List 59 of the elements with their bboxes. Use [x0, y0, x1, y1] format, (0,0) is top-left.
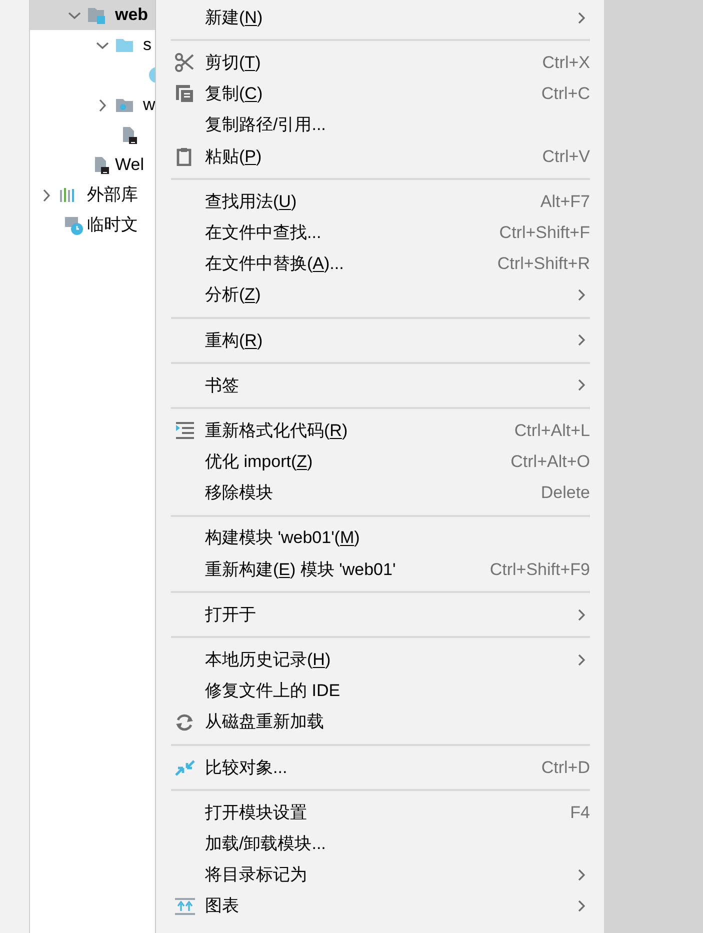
shortcut-label: Ctrl+Shift+R — [497, 253, 590, 276]
shortcut-label: Delete — [540, 482, 590, 504]
tree-row[interactable]: 临时文 — [30, 210, 155, 240]
refresh-icon — [175, 712, 195, 732]
shortcut-label: Ctrl+X — [542, 52, 590, 74]
diagram-icon — [175, 896, 195, 916]
menu-item-label[interactable]: 优化 import(Z) — [205, 449, 313, 475]
menu-item-label[interactable]: 查找用法(U) — [205, 188, 297, 214]
file-icon — [92, 156, 111, 174]
shortcut-label: Ctrl+Alt+O — [510, 451, 590, 474]
tree-item-label: w — [143, 94, 155, 116]
tree-row[interactable]: web — [30, 0, 155, 30]
menu-item-label[interactable]: 比较对象... — [205, 754, 288, 780]
menu-item-label[interactable]: 粘贴(P) — [205, 144, 262, 170]
menu-item-label[interactable]: 复制路径/引用... — [205, 112, 326, 138]
menu-item-label[interactable]: 重新格式化代码(R) — [205, 418, 348, 444]
converging-arrows-icon — [175, 758, 195, 777]
tree-row[interactable]: s — [30, 30, 155, 60]
shortcut-label: Alt+F7 — [540, 190, 590, 213]
menu-item-label[interactable]: 复制(C) — [205, 81, 263, 107]
shortcut-label: F4 — [570, 802, 590, 824]
menu-item-label[interactable]: 加载/卸载模块... — [205, 830, 326, 856]
shortcut-label: Ctrl+V — [542, 146, 590, 168]
clock-icon — [64, 216, 83, 234]
file-icon — [120, 126, 139, 144]
menu-item-label[interactable]: 移除模块 — [205, 480, 273, 506]
menu-item-label[interactable]: 在文件中替换(A)... — [205, 251, 344, 277]
tree-item-label: s — [143, 34, 152, 56]
menu-item-label[interactable]: 在文件中查找... — [205, 220, 322, 246]
menu-item-label[interactable]: 重新构建(E) 模块 'web01' — [205, 556, 396, 582]
menu-item-label[interactable]: 打开于 — [205, 602, 256, 628]
tree-item-label: 外部库 — [87, 184, 138, 206]
tree-item-label: 临时文 — [87, 214, 138, 236]
menu-item-label[interactable]: 剪切(T) — [205, 50, 261, 76]
tree-item-label: web — [115, 4, 148, 26]
shortcut-label: Ctrl+C — [541, 83, 590, 106]
menu-item-label[interactable]: 打开模块设置 — [205, 800, 307, 826]
scissors-icon — [175, 53, 195, 72]
tree-row[interactable]: w — [30, 90, 155, 120]
shortcut-label: Ctrl+D — [541, 756, 590, 779]
menu-item-label[interactable]: 将目录标记为 — [205, 862, 307, 888]
menu-item-label[interactable]: 新建(N) — [205, 4, 263, 30]
menu-item-label[interactable]: 修复文件上的 IDE — [205, 678, 340, 704]
menu-item-label[interactable]: 图表 — [205, 893, 239, 919]
menu-item-label[interactable]: 书签 — [205, 372, 239, 398]
shortcut-label: Ctrl+Shift+F9 — [490, 558, 590, 581]
menu-item-label[interactable]: 本地历史记录(H) — [205, 647, 331, 673]
tree-row[interactable]: Wel — [30, 150, 155, 180]
menu-item-label[interactable]: 分析(Z) — [205, 282, 261, 308]
copy-icon — [175, 84, 195, 104]
shortcut-label: Ctrl+Shift+F — [499, 222, 590, 244]
menu-item-label[interactable]: 从磁盘重新加载 — [205, 709, 324, 735]
shortcut-label: Ctrl+Alt+L — [514, 420, 590, 442]
tree-row[interactable]: 外部库 — [30, 180, 155, 210]
folder-icon — [87, 6, 106, 24]
menu-item-label[interactable]: 重构(R) — [205, 328, 263, 354]
indent-icon — [175, 421, 195, 440]
tree-item-label: Wel — [115, 154, 144, 176]
menu-item-label[interactable]: 构建模块 'web01'(M) — [205, 525, 360, 551]
